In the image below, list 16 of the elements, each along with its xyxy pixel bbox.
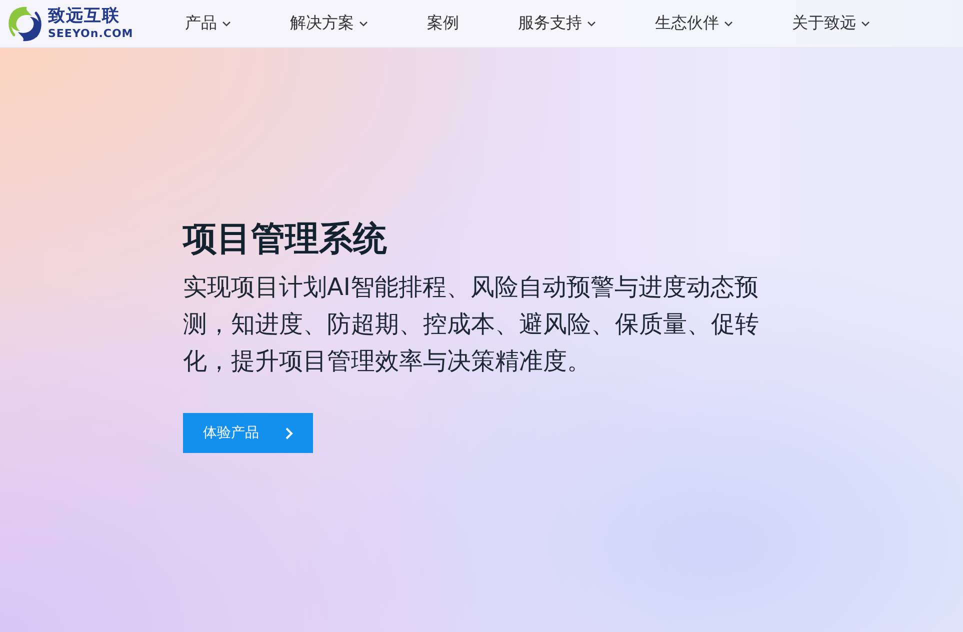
caret-icon bbox=[861, 20, 870, 26]
logo-name: 致远互联 bbox=[48, 8, 121, 25]
caret-icon bbox=[222, 20, 231, 26]
caret-icon bbox=[359, 20, 368, 26]
nav-link[interactable]: 产品 bbox=[185, 13, 231, 34]
nav-link[interactable]: 关于致远 bbox=[792, 13, 870, 34]
chevron-right-icon bbox=[285, 426, 293, 440]
caret-icon bbox=[724, 20, 733, 26]
nav-link[interactable]: 生态伙伴 bbox=[655, 13, 733, 34]
hero-description: 实现项目计划AI智能排程、风险自动预警与进度动态预测，知进度、防超期、控成本、避风险、保质量、促转化，提升项目管理效率与决策精准度。 bbox=[183, 272, 760, 377]
hero-title: 项目管理系统 bbox=[183, 218, 387, 261]
caret-icon bbox=[587, 20, 596, 26]
nav-link[interactable]: 服务支持 bbox=[518, 13, 596, 34]
nav-link[interactable]: 解决方案 bbox=[290, 13, 368, 34]
nav-link[interactable]: 案例 bbox=[427, 13, 459, 34]
logo-url: SEEYOn.COM bbox=[48, 28, 134, 39]
